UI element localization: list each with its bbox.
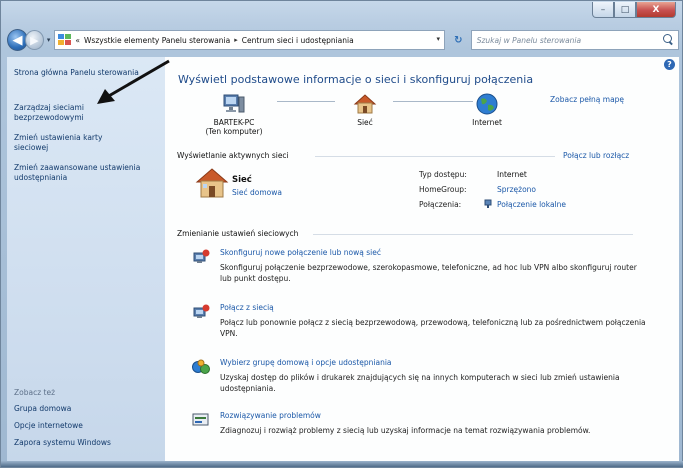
help-icon[interactable]: ? xyxy=(664,59,675,70)
refresh-button[interactable]: ↻ xyxy=(448,30,469,50)
navigation-bar: ◀ ▶ ▾ « Wszystkie elementy Panelu sterow… xyxy=(7,28,679,52)
access-type-value: Internet xyxy=(497,170,527,179)
sidebar-link-adapter-settings[interactable]: Zmień ustawienia karty sieciowej xyxy=(14,133,134,153)
network-type-link[interactable]: Sieć domowa xyxy=(232,188,282,197)
homegroup-icon xyxy=(192,359,210,374)
minimize-button[interactable]: – xyxy=(592,2,614,18)
house-icon xyxy=(353,94,377,114)
address-bar[interactable]: « Wszystkie elementy Panelu sterowania ▸… xyxy=(54,30,445,50)
task-new-connection-link[interactable]: Skonfiguruj nowe połączenie lub nową sie… xyxy=(220,248,381,257)
see-full-map-link[interactable]: Zobacz pełną mapę xyxy=(550,95,624,104)
homegroup-value-link[interactable]: Sprzężono xyxy=(497,185,536,194)
search-box[interactable]: Szukaj w Panelu sterowania xyxy=(470,30,679,50)
connections-label: Połączenia: xyxy=(419,200,462,209)
recent-pages-dropdown[interactable]: ▾ xyxy=(47,36,51,44)
sidebar-link-manage-wireless[interactable]: Zarządzaj sieciami bezprzewodowymi xyxy=(14,103,114,123)
connect-network-icon xyxy=(193,304,210,318)
see-also-heading: Zobacz też xyxy=(14,388,56,397)
active-network-name: Sieć xyxy=(232,175,252,185)
close-button[interactable]: X xyxy=(636,2,676,18)
sidebar-link-control-panel-home[interactable]: Strona główna Panelu sterowania xyxy=(14,68,154,78)
breadcrumb-all-control-panel-items[interactable]: Wszystkie elementy Panelu sterowania xyxy=(84,36,230,45)
window-frame: – □ X ◀ ▶ ▾ « Wszystkie elementy Panelu … xyxy=(0,0,683,468)
main-content: ? Wyświetl podstawowe informacje o sieci… xyxy=(165,57,679,463)
search-icon[interactable] xyxy=(663,34,675,46)
globe-icon xyxy=(476,93,498,115)
task-troubleshoot-desc: Zdiagnozuj i rozwiąż problemy z siecią l… xyxy=(220,426,591,435)
connect-disconnect-link[interactable]: Połącz lub rozłącz xyxy=(563,151,629,160)
task-homegroup-desc: Uzyskaj dostęp do plików i drukarek znaj… xyxy=(220,373,620,393)
task-connect-link[interactable]: Połącz z siecią xyxy=(220,303,274,312)
map-link-line xyxy=(277,101,335,102)
sidebar-link-homegroup[interactable]: Grupa domowa xyxy=(14,404,154,414)
ethernet-icon xyxy=(484,199,492,208)
sidebar-link-internet-options[interactable]: Opcje internetowe xyxy=(14,421,154,431)
computer-sublabel: (Ten komputer) xyxy=(205,127,263,136)
breadcrumb-separator-icon[interactable]: ▸ xyxy=(234,36,238,44)
computer-name: BARTEK-PC xyxy=(213,118,255,127)
maximize-button[interactable]: □ xyxy=(614,2,636,18)
map-node-internet[interactable]: Internet xyxy=(457,93,517,127)
change-settings-heading: Zmienianie ustawień sieciowych xyxy=(177,229,299,238)
sidebar-link-advanced-sharing[interactable]: Zmień zaawansowane ustawienia udostępnia… xyxy=(14,163,154,183)
section-divider xyxy=(315,156,555,157)
taskbar-edge xyxy=(1,461,683,467)
home-network-icon xyxy=(195,168,229,198)
map-node-network[interactable]: Sieć xyxy=(347,93,383,127)
control-panel-icon xyxy=(58,34,72,46)
breadcrumb-network-sharing-center[interactable]: Centrum sieci i udostępniania xyxy=(242,36,354,45)
new-connection-icon xyxy=(193,249,210,263)
caption-buttons: – □ X xyxy=(592,2,676,19)
local-connection-link[interactable]: Połączenie lokalne xyxy=(497,200,566,209)
access-type-label: Typ dostępu: xyxy=(419,170,467,179)
breadcrumb-overflow[interactable]: « xyxy=(75,36,80,45)
homegroup-label: HomeGroup: xyxy=(419,185,467,194)
section-divider xyxy=(313,234,633,235)
active-networks-heading: Wyświetlanie aktywnych sieci xyxy=(177,151,289,160)
task-new-connection-desc: Skonfiguruj połączenie bezprzewodowe, sz… xyxy=(220,263,637,283)
forward-button[interactable]: ▶ xyxy=(24,30,44,50)
address-dropdown-icon[interactable]: ▾ xyxy=(436,35,440,43)
task-homegroup-link[interactable]: Wybierz grupę domową i opcje udostępnian… xyxy=(220,358,392,367)
page-title: Wyświetl podstawowe informacje o sieci i… xyxy=(178,73,534,86)
computer-icon xyxy=(223,94,245,113)
map-node-computer[interactable]: BARTEK-PC (Ten komputer) xyxy=(199,93,269,136)
troubleshoot-icon xyxy=(192,413,209,426)
network-label: Sieć xyxy=(357,118,373,127)
search-input[interactable]: Szukaj w Panelu sterowania xyxy=(477,36,581,45)
task-troubleshoot-link[interactable]: Rozwiązywanie problemów xyxy=(220,411,321,420)
internet-label: Internet xyxy=(472,118,502,127)
sidebar-link-windows-firewall[interactable]: Zapora systemu Windows xyxy=(14,438,154,448)
task-connect-desc: Połącz lub ponownie połącz z siecią bezp… xyxy=(220,318,646,338)
sidebar: Strona główna Panelu sterowania Zarządza… xyxy=(7,57,165,463)
